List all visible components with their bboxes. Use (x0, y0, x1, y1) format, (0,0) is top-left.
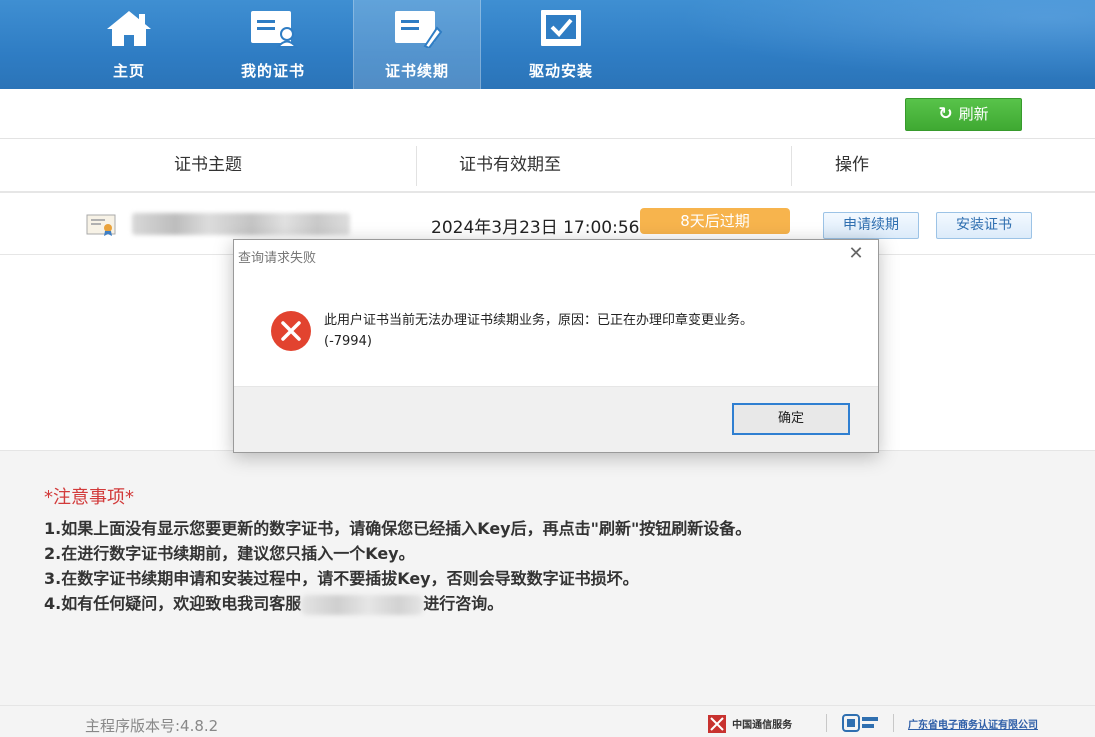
column-header-actions: 操作 (835, 155, 869, 175)
dialog-title: 查询请求失败 (238, 251, 317, 266)
version-label: 主程序版本号:4.8.2 (85, 717, 219, 735)
china-comservice-logo-text: 中国通信服务 (732, 720, 793, 731)
notes-panel: *注意事项* 1.如果上面没有显示您要更新的数字证书，请确保您已经插入Key后，… (0, 450, 1095, 705)
nav-certificate-renewal[interactable]: 证书续期 (353, 0, 481, 89)
install-certificate-button[interactable]: 安装证书 (936, 212, 1032, 239)
gd-ca-logo-text: 广东省电子商务认证有限公司 (908, 720, 1038, 731)
dialog-message-line: 此用户证书当前无法办理证书续期业务，原因：已正在办理印章变更业务。 (324, 313, 754, 328)
note-line: 4.如有任何疑问，欢迎致电我司客服 进行咨询。 (44, 590, 503, 615)
gd-ca-logo: 广东省电子商务认证有限公司 (908, 713, 1073, 733)
certificate-subject-redacted (132, 213, 350, 235)
expiry-badge: 8天后过期 (640, 208, 790, 234)
close-icon[interactable]: ✕ (846, 245, 866, 265)
checkbox-icon (541, 10, 581, 46)
nav-driver-install-label: 驱动安装 (528, 62, 593, 80)
note-line: 1.如果上面没有显示您要更新的数字证书，请确保您已经插入Key后，再点击"刷新"… (44, 519, 752, 538)
nav-driver-install[interactable]: 驱动安装 (497, 0, 625, 89)
column-header-subject: 证书主题 (174, 155, 242, 175)
china-comservice-logo: 中国通信服务 (707, 713, 817, 733)
notes-title: *注意事项* (44, 487, 134, 508)
home-icon (107, 11, 151, 46)
refresh-button-label: 刷新 (958, 105, 989, 123)
dialog-footer: 确定 (234, 386, 878, 452)
footer: 主程序版本号:4.8.2 中国通信服务 广东省电子商务认证有限公司 (0, 705, 1095, 737)
partner-logo (842, 713, 882, 733)
note-line: 3.在数字证书续期申请和安装过程中，请不要插拔Key，否则会导致数字证书损坏。 (44, 569, 639, 588)
nav-home[interactable]: 主页 (65, 0, 193, 89)
logo-divider (893, 714, 894, 732)
partner-emblem-icon (842, 714, 878, 732)
error-icon (271, 311, 311, 351)
refresh-button[interactable]: ↻ 刷新 (905, 98, 1022, 131)
note-line-4-start: 4.如有任何疑问，欢迎致电我司客服 (44, 594, 302, 613)
certificate-table-header: 证书主题 证书有效期至 操作 (0, 140, 1095, 193)
certificate-icon (86, 214, 116, 236)
note-line: 2.在进行数字证书续期前，建议您只插入一个Key。 (44, 544, 415, 563)
header-decoration (615, 0, 1095, 89)
nav-home-label: 主页 (112, 62, 145, 80)
china-comservice-emblem-icon (708, 714, 726, 733)
id-card-icon (251, 11, 299, 48)
top-nav-bar: 主页 我的证书 证书续期 驱动安装 (0, 0, 1095, 89)
nav-my-certificates-label: 我的证书 (240, 62, 305, 80)
logo-divider (826, 714, 827, 732)
toolbar: ↻ 刷新 (0, 89, 1095, 139)
nav-my-certificates[interactable]: 我的证书 (209, 0, 337, 89)
certificate-renew-icon (395, 11, 443, 48)
ok-button[interactable]: 确定 (732, 403, 850, 435)
refresh-icon: ↻ (938, 104, 953, 124)
nav-certificate-renewal-label: 证书续期 (384, 62, 449, 80)
column-header-expiry: 证书有效期至 (459, 155, 561, 175)
phone-number-redacted (301, 594, 424, 615)
expiry-date: 2024年3月23日 17:00:56 (431, 218, 640, 238)
apply-renewal-button[interactable]: 申请续期 (823, 212, 919, 239)
dialog-error-code: (-7994) (324, 334, 372, 349)
error-dialog: 查询请求失败 ✕ 此用户证书当前无法办理证书续期业务，原因：已正在办理印章变更业… (233, 239, 879, 453)
dialog-message: 此用户证书当前无法办理证书续期业务，原因：已正在办理印章变更业务。 (-7994… (324, 310, 844, 352)
note-line-4-end: 进行咨询。 (423, 594, 504, 613)
